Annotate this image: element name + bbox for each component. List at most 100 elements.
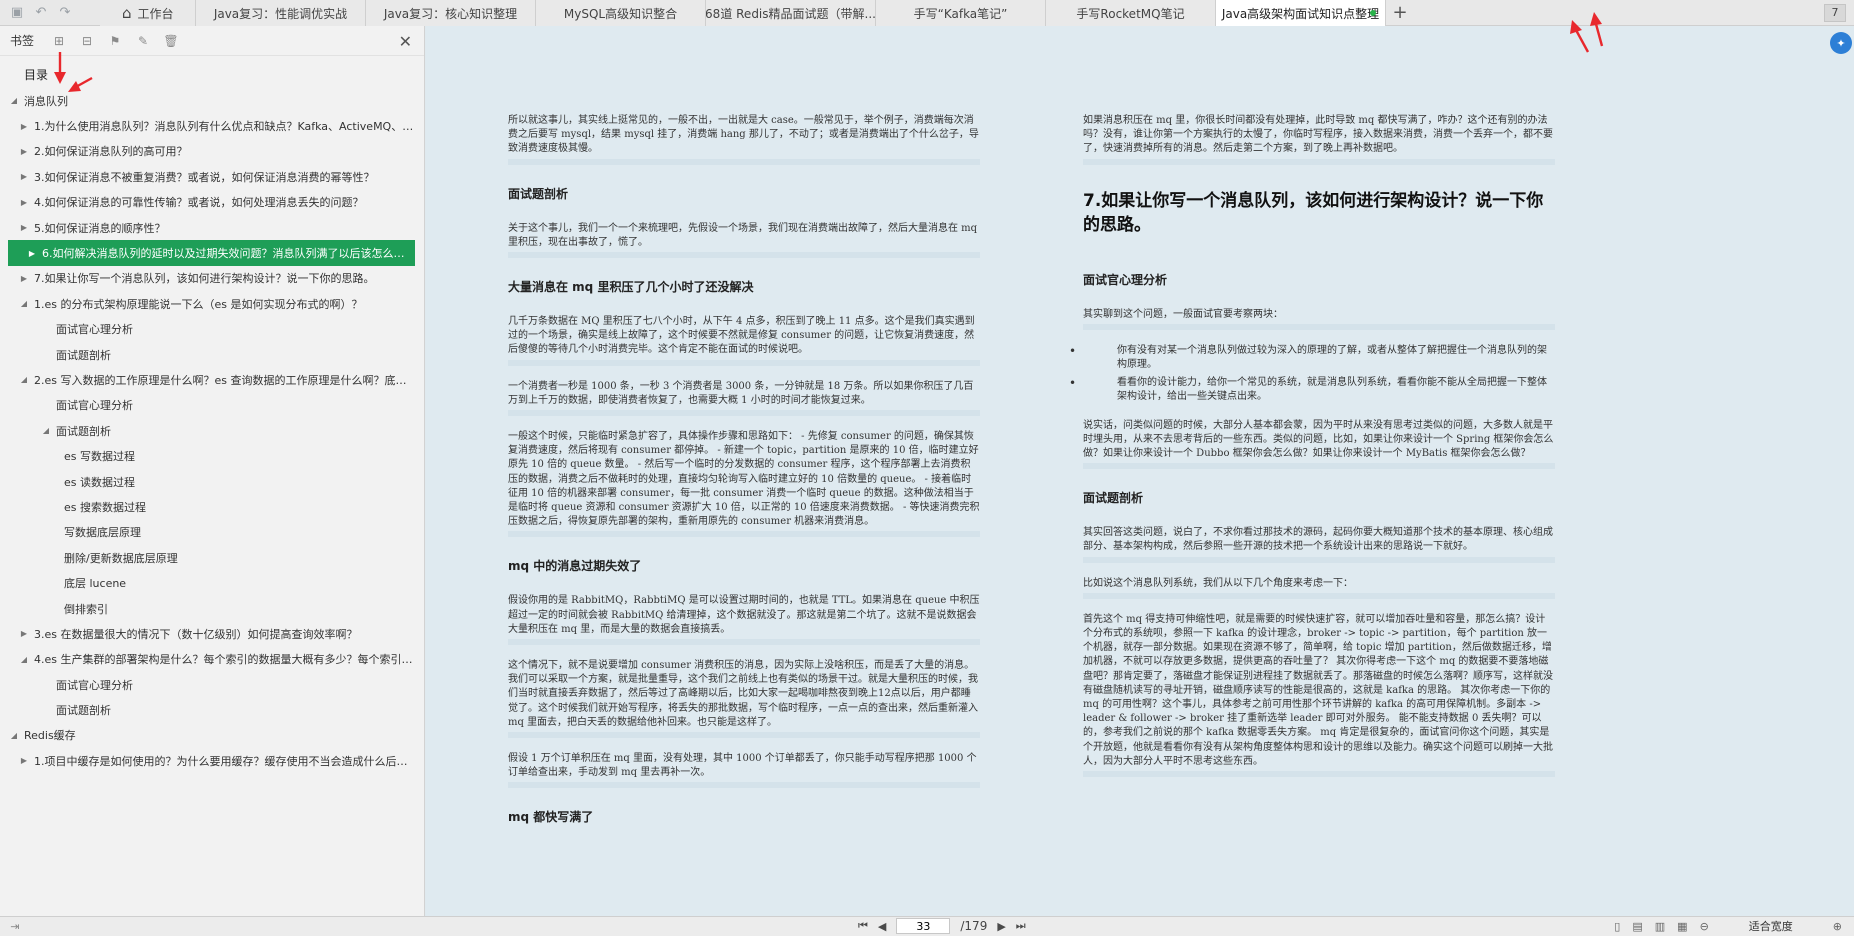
undo-icon[interactable]: ↶	[34, 5, 48, 20]
expanded-arrow-icon[interactable]: ◢	[40, 426, 52, 435]
zoom-in-icon[interactable]: ⊕	[1833, 920, 1842, 933]
page-left: 所以就这事儿，其实线上挺常见的，一般不出，一出就是大 case。一般常见于，举个…	[508, 114, 980, 845]
page-number-input[interactable]	[896, 918, 951, 934]
heading: mq 中的消息过期失效了	[508, 559, 642, 574]
toc-item-label: 面试官心理分析	[56, 399, 133, 413]
toc-item-label: Redis缓存	[24, 729, 76, 743]
toc-item-label: 删除/更新数据底层原理	[64, 551, 178, 565]
assistant-icon[interactable]: ✦	[1830, 32, 1852, 54]
toc-item-label: 3.es 在数据量很大的情况下（数十亿级别）如何提高查询效率啊？	[34, 627, 358, 641]
collapsed-arrow-icon[interactable]: ▶	[18, 198, 30, 207]
quick-access-toolbar: ▣ ↶ ↷	[0, 0, 100, 25]
last-page-icon[interactable]: ⏭	[1016, 919, 1026, 933]
toc-item[interactable]: es 搜索数据过程	[0, 494, 424, 519]
toc-item[interactable]: ◢ 2.es 写入数据的工作原理是什么啊？es 查询数据的工作原理是什么啊？底层的…	[0, 367, 424, 392]
toc-item[interactable]: ▶ 7.如果让你写一个消息队列，该如何进行架构设计？说一下你的思路。	[0, 266, 424, 291]
close-icon[interactable]: ✕	[399, 32, 412, 51]
toc-item[interactable]: 面试题剖析	[0, 697, 424, 722]
collapsed-arrow-icon[interactable]: ▶	[18, 629, 30, 638]
tab-label: MySQL高级知识整合	[563, 6, 678, 21]
tab-document[interactable]: Java高级架构面试知识点整理	[1216, 0, 1386, 26]
tab-document[interactable]: Java复习：性能调优实战	[196, 0, 366, 26]
bullet-item: 你有没有对某一个消息队列做过较为深入的原理的了解，或者从整体了解把握住一个消息队…	[1069, 344, 1555, 372]
toc-item[interactable]: 写数据底层原理	[0, 520, 424, 545]
toc-item[interactable]: ▶ 1.项目中缓存是如何使用的？为什么要用缓存？缓存使用不当会造成什么后果？	[0, 748, 424, 773]
continuous-page-icon[interactable]: ▤	[1632, 920, 1642, 933]
save-icon[interactable]: ▣	[10, 5, 24, 20]
heading: 面试题剖析	[508, 186, 569, 201]
tab-document[interactable]: 68道 Redis精品面试题（带解...	[706, 0, 876, 26]
toc-item[interactable]: 倒排索引	[0, 596, 424, 621]
tab-label: 手写“Kafka笔记”	[913, 6, 1008, 21]
book-mode-icon[interactable]: ▦	[1677, 920, 1687, 933]
toc-item[interactable]: ◢ 4.es 生产集群的部署架构是什么？每个索引的数据量大概有多少？每个索引大概有…	[0, 647, 424, 672]
toc-item[interactable]: ▶ 3.如何保证消息不被重复消费？或者说，如何保证消息消费的幂等性？	[0, 164, 424, 189]
toc-item[interactable]: 面试题剖析	[0, 342, 424, 367]
toc-item-label: 4.es 生产集群的部署架构是什么？每个索引的数据量大概有多少？每个索引大概有.…	[34, 653, 416, 667]
expanded-arrow-icon[interactable]: ◢	[8, 731, 20, 740]
toc-item[interactable]: 面试官心理分析	[0, 393, 424, 418]
delete-bookmark-icon[interactable]: 🗑	[163, 34, 178, 48]
toc-item-label: es 搜索数据过程	[64, 500, 146, 514]
tab-document[interactable]: 手写RocketMQ笔记	[1046, 0, 1216, 26]
zoom-select[interactable]: 适合宽度	[1721, 918, 1821, 934]
edit-bookmark-icon[interactable]: ✎	[136, 34, 150, 48]
collapsed-arrow-icon[interactable]: ▶	[26, 249, 38, 258]
expanded-arrow-icon[interactable]: ◢	[8, 96, 20, 105]
paragraph: 首先这个 mq 得支持可伸缩性吧，就是需要的时候快速扩容，就可以增加吞吐量和容量…	[1083, 613, 1555, 778]
new-tab-button[interactable]: +	[1386, 0, 1414, 25]
toc-item[interactable]: 面试官心理分析	[0, 672, 424, 697]
toc-item[interactable]: es 写数据过程	[0, 443, 424, 468]
collapsed-arrow-icon[interactable]: ▶	[18, 122, 30, 131]
toc-item[interactable]: ▶ 5.如何保证消息的顺序性？	[0, 215, 424, 240]
toc-item[interactable]: ▶ 2.如何保证消息队列的高可用？	[0, 139, 424, 164]
collapsed-arrow-icon[interactable]: ▶	[18, 172, 30, 181]
toc-item[interactable]: ▶ 3.es 在数据量很大的情况下（数十亿级别）如何提高查询效率啊？	[0, 621, 424, 646]
bookmark-sidebar: 书签 ⊞ ⊟ ⚑ ✎ 🗑 ✕ 目录 ◢ 消息队列 ▶ 1.为什么使用消息队列？消息队列…	[0, 26, 425, 916]
tab-label: 68道 Redis精品面试题（带解...	[706, 6, 876, 21]
heading: 面试官心理分析	[1083, 272, 1168, 287]
first-page-icon[interactable]: ⏮	[858, 919, 868, 933]
single-page-icon[interactable]: ▯	[1614, 920, 1620, 933]
expanded-arrow-icon[interactable]: ◢	[18, 655, 30, 664]
tab-home[interactable]: ⌂ 工作台	[100, 0, 196, 26]
collapsed-arrow-icon[interactable]: ▶	[18, 756, 30, 765]
expand-all-icon[interactable]: ⊞	[52, 34, 66, 48]
tab-document[interactable]: Java复习：核心知识整理	[366, 0, 536, 26]
collapsed-arrow-icon[interactable]: ▶	[18, 223, 30, 232]
paragraph: 比如说这个消息队列系统，我们从以下几个角度来考虑一下：	[1083, 577, 1555, 599]
tab-label: 工作台	[137, 6, 174, 21]
tab-document[interactable]: 手写“Kafka笔记”	[876, 0, 1046, 26]
toc-item[interactable]: 面试官心理分析	[0, 317, 424, 342]
redo-icon[interactable]: ↷	[58, 5, 72, 20]
collapse-panel-icon[interactable]: ⇥	[0, 920, 30, 933]
next-page-icon[interactable]: ▶	[997, 920, 1005, 933]
toc-item[interactable]: ▶ 4.如何保证消息的可靠性传输？或者说，如何处理消息丢失的问题？	[0, 190, 424, 215]
status-bar: ⇥ ⏮ ◀ /179 ▶ ⏭ ▯ ▤ ▥ ▦ ⊖ 适合宽度 ⊕	[0, 916, 1854, 936]
toc-item[interactable]: es 读数据过程	[0, 469, 424, 494]
expanded-arrow-icon[interactable]: ◢	[18, 375, 30, 384]
prev-page-icon[interactable]: ◀	[878, 920, 886, 933]
document-view[interactable]: 所以就这事儿，其实线上挺常见的，一般不出，一出就是大 case。一般常见于，举个…	[426, 26, 1854, 916]
collapse-all-icon[interactable]: ⊟	[80, 34, 94, 48]
tab-document[interactable]: MySQL高级知识整合	[536, 0, 706, 26]
paragraph: 说实话，问类似问题的时候，大部分人基本都会蒙，因为平时从来没有思考过类似的问题，…	[1083, 419, 1555, 470]
paragraph: 如果消息积压在 mq 里，你很长时间都没有处理掉，此时导致 mq 都快写满了，咋…	[1083, 114, 1555, 165]
double-page-icon[interactable]: ▥	[1655, 920, 1665, 933]
toc-item-label: es 写数据过程	[64, 450, 135, 464]
toc-item[interactable]: ◢ 面试题剖析	[0, 418, 424, 443]
toc-item-label: 1.es 的分布式架构原理能说一下么（es 是如何实现分布式的啊）？	[34, 297, 363, 311]
add-bookmark-icon[interactable]: ⚑	[108, 34, 122, 48]
collapsed-arrow-icon[interactable]: ▶	[18, 147, 30, 156]
expanded-arrow-icon[interactable]: ◢	[18, 299, 30, 308]
toc-item[interactable]: ▶ 1.为什么使用消息队列？消息队列有什么优点和缺点？Kafka、ActiveMQ…	[0, 113, 424, 138]
zoom-out-icon[interactable]: ⊖	[1700, 920, 1709, 933]
toc-item-label: 1.项目中缓存是如何使用的？为什么要用缓存？缓存使用不当会造成什么后果？	[34, 754, 416, 768]
toc-item[interactable]: ◢ Redis缓存	[0, 723, 424, 748]
tab-count[interactable]: 7	[1824, 0, 1854, 25]
toc-item-selected[interactable]: ▶ 6.如何解决消息队列的延时以及过期失效问题？消息队列满了以后该怎么处理？有..…	[8, 240, 415, 266]
toc-item[interactable]: ◢ 1.es 的分布式架构原理能说一下么（es 是如何实现分布式的啊）？	[0, 291, 424, 316]
collapsed-arrow-icon[interactable]: ▶	[18, 274, 30, 283]
toc-item[interactable]: 删除/更新数据底层原理	[0, 545, 424, 570]
toc-item[interactable]: 底层 lucene	[0, 570, 424, 595]
